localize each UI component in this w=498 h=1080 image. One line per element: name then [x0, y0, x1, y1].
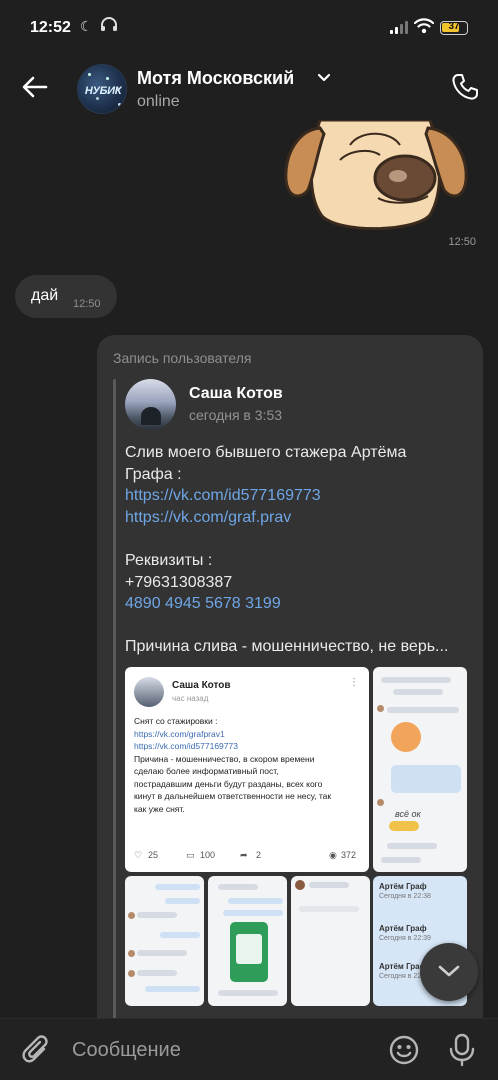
- share-icon: ➦: [240, 850, 248, 860]
- more-icon: ⋮: [349, 677, 359, 688]
- post-author-avatar[interactable]: [125, 379, 176, 430]
- screenshot-line: как уже снят.: [134, 803, 185, 814]
- battery-level: 37: [448, 21, 460, 32]
- message-text: дай: [31, 287, 59, 304]
- eye-icon: ◉: [329, 850, 337, 860]
- quote-bar: [113, 379, 116, 1018]
- sticker-text: всё ок: [395, 809, 421, 819]
- wifi-icon: [414, 18, 434, 34]
- post-line: Реквизиты :: [125, 551, 213, 569]
- chat-header: НУБИК Мотя Московский online: [0, 56, 498, 120]
- message-list[interactable]: 12:50 дай 12:50 Запись пользователя Саша…: [0, 120, 498, 1018]
- attached-screenshot[interactable]: [291, 876, 370, 1006]
- dog-sticker[interactable]: [280, 120, 470, 235]
- post-line: Графа :: [125, 465, 182, 483]
- composer: [0, 1018, 498, 1080]
- screenshot-name: Артём Граф: [379, 924, 427, 933]
- headphones-icon: [101, 17, 117, 31]
- emoji-icon[interactable]: [389, 1035, 419, 1065]
- views-count: 372: [341, 850, 357, 860]
- message-time: 12:50: [448, 236, 476, 248]
- back-arrow-icon[interactable]: [20, 72, 50, 102]
- screenshot-line: https://vk.com/id577169773: [134, 741, 238, 751]
- post-card-number[interactable]: 4890 4945 5678 3199: [125, 593, 470, 615]
- contact-status: online: [137, 93, 180, 110]
- paperclip-icon[interactable]: [22, 1035, 52, 1067]
- screenshot-time: Сегодня в 22:38: [379, 893, 431, 900]
- screenshot-time: час назад: [172, 694, 209, 703]
- post-line: [125, 528, 470, 550]
- forwarded-post[interactable]: Запись пользователя Саша Котов сегодня в…: [97, 335, 483, 1018]
- comment-icon: ▭: [186, 850, 195, 860]
- screenshot-name: Артём Граф: [379, 882, 427, 891]
- attached-screenshot[interactable]: Саша Котов час назад ⋮ Снят со стажировк…: [125, 667, 369, 872]
- screenshot-time: Сегодня в 22:39: [379, 935, 431, 942]
- scroll-down-button[interactable]: [420, 943, 478, 1001]
- screenshot-line: https://vk.com/grafprav1: [134, 728, 225, 739]
- screenshot-author: Саша Котов: [172, 680, 231, 691]
- post-line: [125, 615, 470, 637]
- signal-icon: [390, 21, 408, 34]
- comments-count: 100: [200, 850, 216, 860]
- post-text: Слив моего бывшего стажера Артёма Графа …: [125, 442, 470, 658]
- likes-count: 25: [148, 850, 159, 860]
- battery-icon: 37: [440, 21, 468, 35]
- status-time: 12:52: [30, 19, 71, 36]
- chevron-down-icon[interactable]: [317, 73, 331, 83]
- message-input[interactable]: [72, 1035, 372, 1065]
- incoming-message[interactable]: дай 12:50: [15, 275, 117, 318]
- attached-screenshot[interactable]: всё ок: [373, 667, 467, 872]
- heart-icon: ♡: [134, 850, 143, 860]
- screenshot-avatar: [134, 677, 164, 707]
- moon-icon: ☾: [80, 18, 93, 34]
- contact-name[interactable]: Мотя Московский: [137, 68, 294, 89]
- attached-screenshot[interactable]: [125, 876, 204, 1006]
- screenshot-line: кинут в дальнейшем ответственности не не…: [134, 791, 332, 801]
- attached-screenshot[interactable]: [208, 876, 287, 1006]
- phone-icon[interactable]: [450, 72, 480, 102]
- microphone-icon[interactable]: [448, 1033, 476, 1067]
- screenshot-line: Снят со стажировки :: [134, 716, 218, 726]
- avatar-logo-text: НУБИК: [84, 85, 122, 97]
- message-time: 12:50: [73, 298, 101, 310]
- screenshot-line: пострадавшим деньги будут разданы, всех …: [134, 778, 323, 789]
- shares-count: 2: [256, 850, 262, 860]
- post-link[interactable]: https://vk.com/graf.prav: [125, 507, 470, 529]
- screenshot-line: Причина - мошенничество, в скором времен…: [134, 753, 315, 764]
- post-time: сегодня в 3:53: [189, 407, 283, 423]
- post-link[interactable]: https://vk.com/id577169773: [125, 485, 470, 507]
- screenshot-text: Снят со стажировки : https://vk.com/graf…: [134, 715, 362, 815]
- post-line[interactable]: Причина слива - мошенничество, не верь..…: [125, 636, 470, 658]
- scroll-down-icon: [438, 965, 460, 977]
- post-label: Запись пользователя: [113, 350, 252, 366]
- post-line: Слив моего бывшего стажера Артёма: [125, 444, 407, 461]
- post-author-name[interactable]: Саша Котов: [189, 385, 283, 403]
- contact-avatar[interactable]: НУБИК: [77, 64, 127, 114]
- status-bar: 12:52 ☾ 37: [0, 0, 498, 56]
- screenshot-line: сделаю более информативный пост,: [134, 766, 279, 776]
- post-phone: +79631308387: [125, 573, 233, 591]
